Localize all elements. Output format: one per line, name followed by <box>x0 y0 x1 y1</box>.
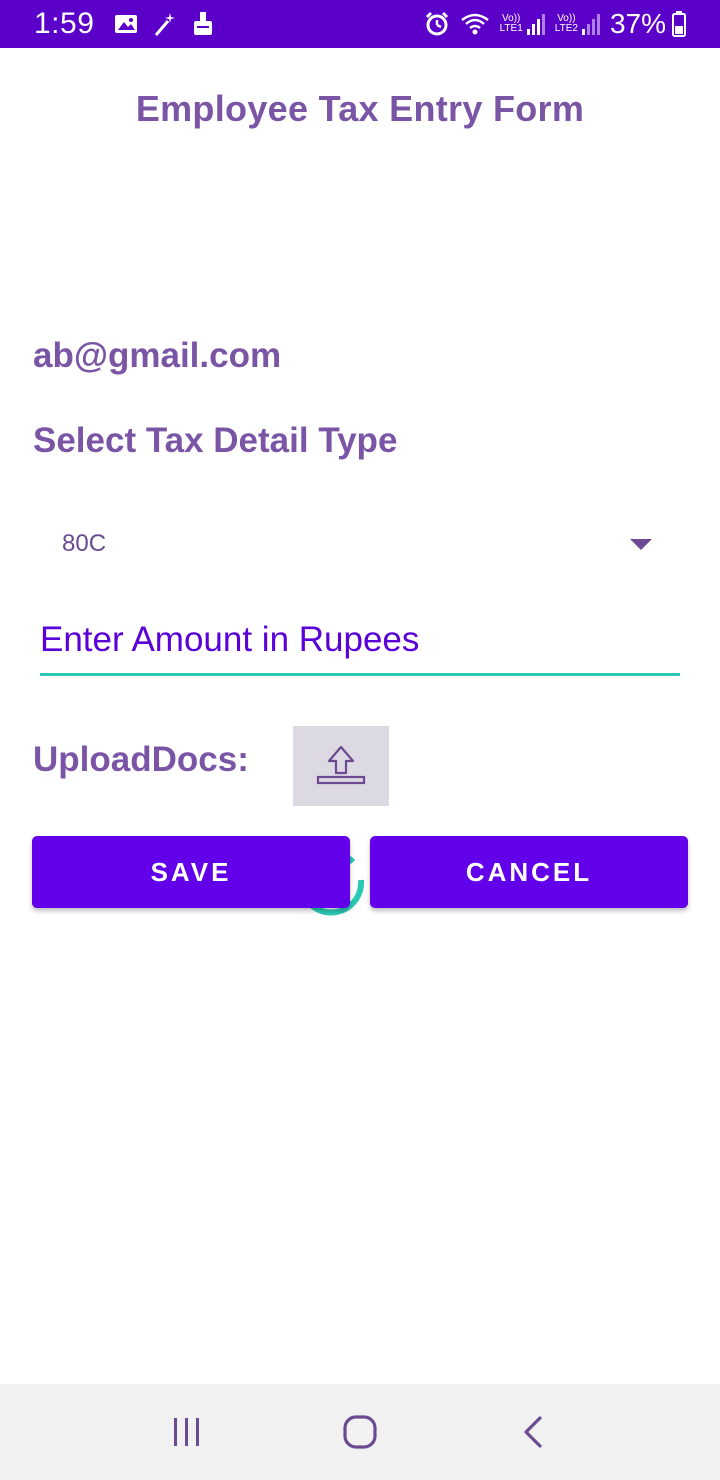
upload-icon <box>315 743 367 790</box>
tax-type-label: Select Tax Detail Type <box>33 421 398 460</box>
user-email: ab@gmail.com <box>33 336 282 375</box>
back-icon[interactable] <box>503 1402 563 1462</box>
cancel-button[interactable]: CANCEL <box>370 836 688 908</box>
alarm-icon <box>424 11 450 37</box>
network-2: Vo)) LTE2 <box>554 13 578 34</box>
network-1: Vo)) LTE1 <box>499 13 523 34</box>
page-title: Employee Tax Entry Form <box>135 88 585 129</box>
gallery-icon <box>114 13 138 35</box>
screen: 1:59 Vo)) LTE1 Vo)) LTE2 37% Employee Ta… <box>0 0 720 1480</box>
status-time: 1:59 <box>34 7 95 40</box>
navigation-bar <box>0 1384 720 1480</box>
status-bar: 1:59 Vo)) LTE1 Vo)) LTE2 37% <box>0 0 720 48</box>
upload-docs-button[interactable] <box>293 726 389 806</box>
wifi-icon <box>460 12 490 36</box>
tax-type-selected-value: 80C <box>62 530 107 557</box>
tax-type-dropdown[interactable]: 80C <box>40 512 680 576</box>
magic-wand-icon <box>152 11 178 37</box>
home-icon[interactable] <box>330 1402 390 1462</box>
signal-icon <box>581 13 600 35</box>
battery-icon <box>672 11 686 37</box>
battery-percent: 37% <box>609 8 666 39</box>
recent-apps-icon[interactable] <box>157 1402 217 1462</box>
cleaner-icon <box>192 11 214 37</box>
signal-icon <box>526 13 545 35</box>
amount-input[interactable] <box>40 612 680 676</box>
upload-docs-label: UploadDocs: <box>33 740 249 779</box>
dropdown-arrow-icon <box>630 538 652 550</box>
save-button[interactable]: SAVE <box>32 836 350 908</box>
